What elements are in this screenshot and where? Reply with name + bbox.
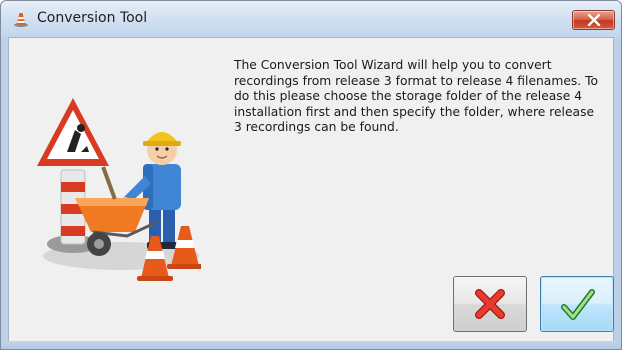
window-title: Conversion Tool — [37, 10, 148, 26]
title-bar[interactable]: Conversion Tool — [1, 1, 621, 37]
green-check-icon — [561, 289, 595, 320]
red-x-icon — [475, 289, 505, 319]
close-x-icon — [587, 14, 601, 26]
close-button[interactable] — [572, 10, 615, 30]
construction-worker-wheelbarrow-illustration — [37, 98, 201, 281]
traffic-cone-icon — [14, 13, 28, 27]
conversion-tool-window: Conversion Tool The Conversion Tool Wiza… — [0, 0, 622, 350]
dialog-client-area: The Conversion Tool Wizard will help you… — [8, 37, 614, 343]
wizard-description-text: The Conversion Tool Wizard will help you… — [234, 58, 599, 134]
cancel-button[interactable] — [453, 276, 527, 332]
window-bottom-border — [1, 341, 621, 349]
ok-button[interactable] — [540, 276, 614, 332]
